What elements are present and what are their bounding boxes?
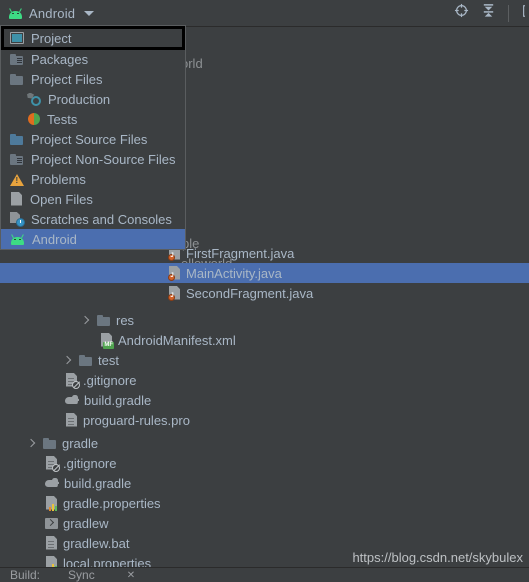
dropdown-item-project-files[interactable]: Project Files (1, 69, 185, 89)
bottom-tool-window-bar: Build: Sync ✕ (0, 567, 529, 582)
tree-row[interactable]: gradlew (0, 513, 529, 533)
tree-row[interactable]: test (0, 350, 529, 370)
dropdown-item-label: Project Source Files (31, 131, 148, 147)
tree-row[interactable]: SecondFragment.java (0, 283, 529, 303)
dropdown-item-label: Packages (31, 51, 89, 67)
production-gear-icon (27, 92, 41, 106)
dropdown-item-label: Scratches and Consoles (31, 211, 172, 227)
tree-row-label: .gitignore (83, 372, 137, 388)
folder-icon (79, 354, 93, 366)
tree-row-label: build.gradle (64, 475, 132, 491)
dropdown-item-problems[interactable]: Problems (1, 169, 185, 189)
gitignore-file-icon (45, 455, 60, 472)
android-robot-icon (10, 233, 25, 245)
tree-row-label: MainActivity.java (186, 265, 282, 281)
toolbar-divider (508, 4, 509, 22)
tests-split-icon (27, 113, 40, 125)
watermark-url: https://blog.csdn.net/skybulex (352, 550, 523, 565)
tree-row-label: test (98, 352, 119, 368)
tree-row-label: .gitignore (63, 455, 117, 471)
scratches-clock-icon (10, 212, 25, 227)
text-file-icon (45, 535, 58, 551)
tree-row[interactable]: MainActivity.java (0, 263, 529, 283)
dropdown-item-label: Problems (31, 171, 86, 187)
dropdown-item-android[interactable]: Android (1, 229, 185, 249)
folder-lines-icon (10, 53, 24, 65)
file-icon (10, 191, 23, 207)
tree-row-label: res (116, 312, 135, 328)
project-panel-toolbar: Android (0, 0, 529, 27)
folder-icon (97, 314, 111, 326)
terminal-file-icon (45, 517, 58, 529)
tree-row[interactable]: proguard-rules.pro (0, 410, 529, 430)
tree-row[interactable]: build.gradle (0, 390, 529, 410)
tree-row[interactable]: .gitignore (0, 370, 529, 390)
collapse-all-icon[interactable] (481, 3, 496, 23)
dropdown-item-project[interactable]: Project (1, 26, 185, 50)
warning-triangle-icon (10, 173, 24, 186)
view-selector-dropdown[interactable]: Project Packages Project Files Production Te… (0, 25, 186, 250)
tree-row[interactable]: MF AndroidManifest.xml (0, 330, 529, 350)
folder-lines-icon (10, 153, 24, 165)
android-robot-icon (8, 7, 23, 19)
sync-tab[interactable]: Sync (68, 568, 95, 582)
folder-icon (10, 73, 24, 85)
chevron-right-icon[interactable] (26, 438, 37, 449)
dropdown-item-label: Open Files (30, 191, 93, 207)
tree-row-label: proguard-rules.pro (83, 412, 190, 428)
gradle-file-icon (44, 477, 59, 489)
select-opened-file-icon[interactable] (454, 3, 469, 23)
tree-row[interactable]: .gitignore (0, 453, 529, 473)
folder-icon (43, 437, 57, 449)
tree-row-label: gradle (62, 435, 99, 451)
dropdown-item-scratches-and-consoles[interactable]: Scratches and Consoles (1, 209, 185, 229)
dropdown-item-label: Tests (47, 111, 78, 127)
properties-file-icon (45, 495, 58, 511)
tree-row-label: AndroidManifest.xml (118, 332, 236, 348)
dropdown-item-project-non-source-files[interactable]: Project Non-Source Files (1, 149, 185, 169)
dropdown-item-open-files[interactable]: Open Files (1, 189, 185, 209)
gradle-file-icon (64, 394, 79, 406)
tree-row[interactable]: gradle (0, 433, 529, 453)
chevron-down-icon[interactable] (84, 10, 95, 16)
tree-row-label: SecondFragment.java (186, 285, 314, 301)
dropdown-item-label: Project Non-Source Files (31, 151, 176, 167)
tree-row-label: build.gradle (84, 392, 152, 408)
project-window-icon (10, 32, 24, 44)
dropdown-item-label: Android (32, 231, 77, 247)
dropdown-item-project-source-files[interactable]: Project Source Files (1, 129, 185, 149)
tree-row-label: gradlew (63, 515, 109, 531)
build-tab[interactable]: Build: (10, 568, 40, 582)
tree-row[interactable]: build.gradle (0, 473, 529, 493)
folder-blue-icon (10, 133, 24, 145)
dropdown-item-label: Project Files (31, 71, 103, 87)
dropdown-item-label: Project (31, 30, 72, 46)
tree-row[interactable]: res (0, 310, 529, 330)
java-file-icon (168, 265, 181, 281)
chevron-right-icon[interactable] (80, 315, 91, 326)
tree-row[interactable]: gradle.properties (0, 493, 529, 513)
toolbar-actions (454, 3, 529, 23)
dropdown-item-production[interactable]: Production (1, 89, 185, 109)
close-icon[interactable]: ✕ (127, 570, 135, 581)
view-selector[interactable]: Android (0, 5, 95, 21)
dropdown-item-tests[interactable]: Tests (1, 109, 185, 129)
tree-row-label: gradlew.bat (63, 535, 130, 551)
chevron-right-icon[interactable] (62, 355, 73, 366)
text-file-icon (65, 412, 78, 428)
tree-row-label: gradle.properties (63, 495, 161, 511)
dropdown-item-packages[interactable]: Packages (1, 49, 185, 69)
manifest-file-icon: MF (100, 332, 114, 349)
dropdown-item-label: Production (48, 91, 111, 107)
tree-row-label: FirstFragment.java (186, 245, 295, 261)
java-file-icon (168, 285, 181, 301)
view-selector-label: Android (29, 5, 76, 21)
gitignore-file-icon (65, 372, 80, 389)
more-options-icon[interactable] (521, 4, 525, 23)
android-studio-project-panel: Android orld ple J FirstFragment.java J … (0, 0, 529, 582)
